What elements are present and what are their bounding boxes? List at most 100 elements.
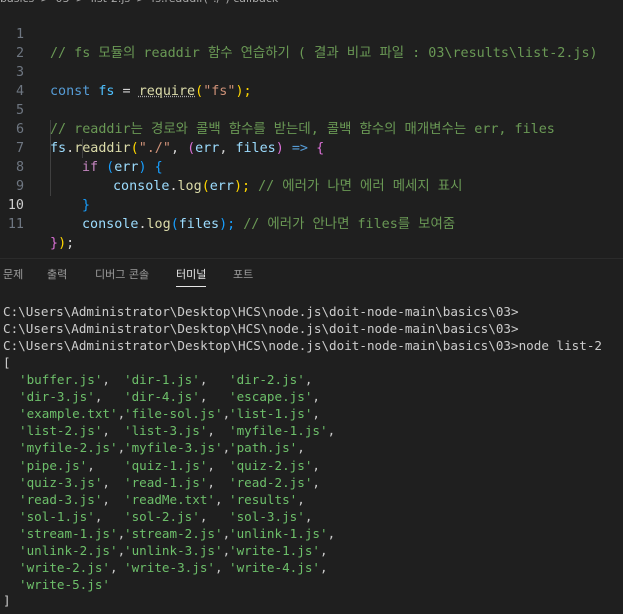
file-entry: 'quiz-1.js', xyxy=(124,457,215,474)
code-line-5[interactable]: 5 // readdir는 경로와 콜백 함수를 받는데, 콜백 함수의 매개변… xyxy=(0,82,623,137)
separator-comma: , xyxy=(110,560,118,576)
separator-comma: , xyxy=(199,508,208,524)
terminal-prompt-line: C:\Users\Administrator\Desktop\HCS\node.… xyxy=(3,321,519,336)
separator-comma: , xyxy=(312,474,320,490)
panel-divider[interactable] xyxy=(0,258,623,259)
file-entry: 'unlink-2.js', xyxy=(19,542,125,559)
file-name: 'readMe.txt' xyxy=(124,491,215,507)
file-entry: 'write-2.js', xyxy=(19,559,118,576)
code-line-1[interactable]: 1 // fs 모듈의 readdir 함수 연습하기 ( 결과 비교 파일 :… xyxy=(0,6,623,61)
file-name: 'buffer.js' xyxy=(19,372,103,387)
breadcrumb-separator: > xyxy=(40,0,49,5)
file-name: 'pipe.js' xyxy=(19,457,88,473)
separator-comma: , xyxy=(207,423,215,439)
tab-debug-console[interactable]: 디버그 콘솔 xyxy=(95,266,149,282)
breadcrumb-item[interactable]: basics xyxy=(0,0,34,5)
file-entry: 'quiz-3.js', xyxy=(19,474,110,491)
file-name: 'write-2.js' xyxy=(19,560,110,576)
terminal-prompt-line: C:\Users\Administrator\Desktop\HCS\node.… xyxy=(3,304,519,319)
separator-comma: , xyxy=(327,423,336,439)
file-name: 'myfile-3.js' xyxy=(124,440,223,456)
file-name: 'unlink-1.js' xyxy=(229,525,328,541)
breadcrumb-item[interactable]: fs.readdir("./") callback xyxy=(151,0,278,5)
bracket: ); xyxy=(219,217,236,232)
file-entry: 'example.txt', xyxy=(19,405,125,422)
file-entry: 'read-3.js', xyxy=(19,491,110,508)
code-line-10[interactable]: 10 console.log(files); // 에러가 안나면 files를… xyxy=(0,177,623,232)
file-name: 'sol-3.js' xyxy=(229,508,305,524)
file-name: 'myfile-2.js' xyxy=(19,440,118,456)
file-entry: 'results', xyxy=(229,491,305,508)
terminal-output[interactable]: C:\Users\Administrator\Desktop\HCS\node.… xyxy=(0,300,623,614)
code-line-7[interactable]: 7 if (err) { xyxy=(0,120,623,175)
separator-comma: , xyxy=(94,508,103,524)
separator-comma: , xyxy=(207,474,215,490)
file-entry: 'write-1.js', xyxy=(229,542,328,559)
separator-comma: , xyxy=(312,389,320,405)
tab-ports[interactable]: 포트 xyxy=(233,266,253,282)
code-line-9[interactable]: 9 } xyxy=(0,158,623,213)
file-name: 'example.txt' xyxy=(19,406,118,422)
separator-comma: , xyxy=(215,560,223,576)
tab-output[interactable]: 출력 xyxy=(47,266,67,282)
file-entry: 'dir-4.js', xyxy=(124,388,207,405)
code-line-11[interactable]: 11 }); xyxy=(0,196,623,251)
file-entry: 'read-1.js', xyxy=(124,474,215,491)
file-entry: 'dir-1.js', xyxy=(124,371,207,388)
file-entry: 'write-5.js' xyxy=(19,576,110,593)
bracket: } xyxy=(50,236,59,251)
code-line-4[interactable]: 4 xyxy=(0,63,623,99)
operator: ; xyxy=(66,236,75,251)
file-entry: 'list-1.js', xyxy=(229,405,320,422)
breadcrumb-item[interactable]: list-2.js xyxy=(91,0,130,5)
file-entry: 'myfile-1.js', xyxy=(229,422,335,439)
separator-comma: , xyxy=(312,457,320,473)
tab-terminal[interactable]: 터미널 xyxy=(176,266,207,287)
file-entry: 'unlink-3.js', xyxy=(124,542,230,559)
file-entry: 'list-3.js', xyxy=(124,422,215,439)
file-name: 'sol-1.js' xyxy=(19,508,95,524)
file-name: 'unlink-2.js' xyxy=(19,543,118,558)
file-entry: 'stream-1.js', xyxy=(19,525,125,542)
line-number: 11 xyxy=(7,217,24,232)
file-name: 'dir-3.js' xyxy=(19,389,95,405)
file-name: 'quiz-2.js' xyxy=(229,457,313,473)
code-line-3[interactable]: 3 const fs = require("fs"); xyxy=(0,44,623,99)
file-name: 'myfile-1.js' xyxy=(229,423,328,439)
file-entry: 'write-3.js', xyxy=(124,559,223,576)
file-entry: 'quiz-2.js', xyxy=(229,457,320,474)
separator-comma: , xyxy=(102,491,110,507)
file-entry: 'readMe.txt', xyxy=(124,491,223,508)
file-name: 'list-3.js' xyxy=(124,423,208,439)
separator-comma: , xyxy=(312,406,320,422)
file-entry: 'myfile-2.js', xyxy=(19,439,125,456)
file-name: 'read-1.js' xyxy=(124,474,208,490)
file-entry: 'unlink-1.js', xyxy=(229,525,335,542)
file-name: 'dir-2.js' xyxy=(229,372,305,387)
file-entry: 'stream-2.js', xyxy=(124,525,230,542)
file-entry: 'write-4.js', xyxy=(229,559,328,576)
file-name: 'list-1.js' xyxy=(229,406,313,422)
separator-comma: , xyxy=(94,389,103,405)
file-name: 'quiz-1.js' xyxy=(124,457,208,473)
separator-comma: , xyxy=(199,372,208,387)
separator-comma: , xyxy=(297,440,305,456)
file-name: 'dir-4.js' xyxy=(124,389,200,405)
file-entry: 'buffer.js', xyxy=(19,371,110,388)
breadcrumb-item[interactable]: 03 xyxy=(56,0,70,5)
code-editor[interactable]: 1 // fs 모듈의 readdir 함수 연습하기 ( 결과 비교 파일 :… xyxy=(0,6,623,251)
code-line-8[interactable]: 8 console.log(err); // 에러가 나면 에러 메세지 표시 xyxy=(0,139,623,194)
file-entry: 'file-sol.js', xyxy=(124,405,230,422)
file-name: 'unlink-3.js' xyxy=(124,543,223,558)
code-line-6[interactable]: 6 fs.readdir("./", (err, files) => { xyxy=(0,101,623,156)
separator-comma: , xyxy=(304,372,313,387)
panel-tabs: 문제 출력 디버그 콘솔 터미널 포트 xyxy=(0,262,623,287)
file-name: 'dir-1.js' xyxy=(124,372,200,387)
identifier: console xyxy=(82,217,139,232)
bracket: ( xyxy=(170,217,179,232)
breadcrumb-separator: > xyxy=(136,0,145,5)
tab-problems[interactable]: 문제 xyxy=(3,266,23,282)
code-line-2[interactable]: 2 xyxy=(0,25,623,61)
file-name: 'path.js' xyxy=(229,440,298,456)
bracket: ) xyxy=(58,236,67,251)
